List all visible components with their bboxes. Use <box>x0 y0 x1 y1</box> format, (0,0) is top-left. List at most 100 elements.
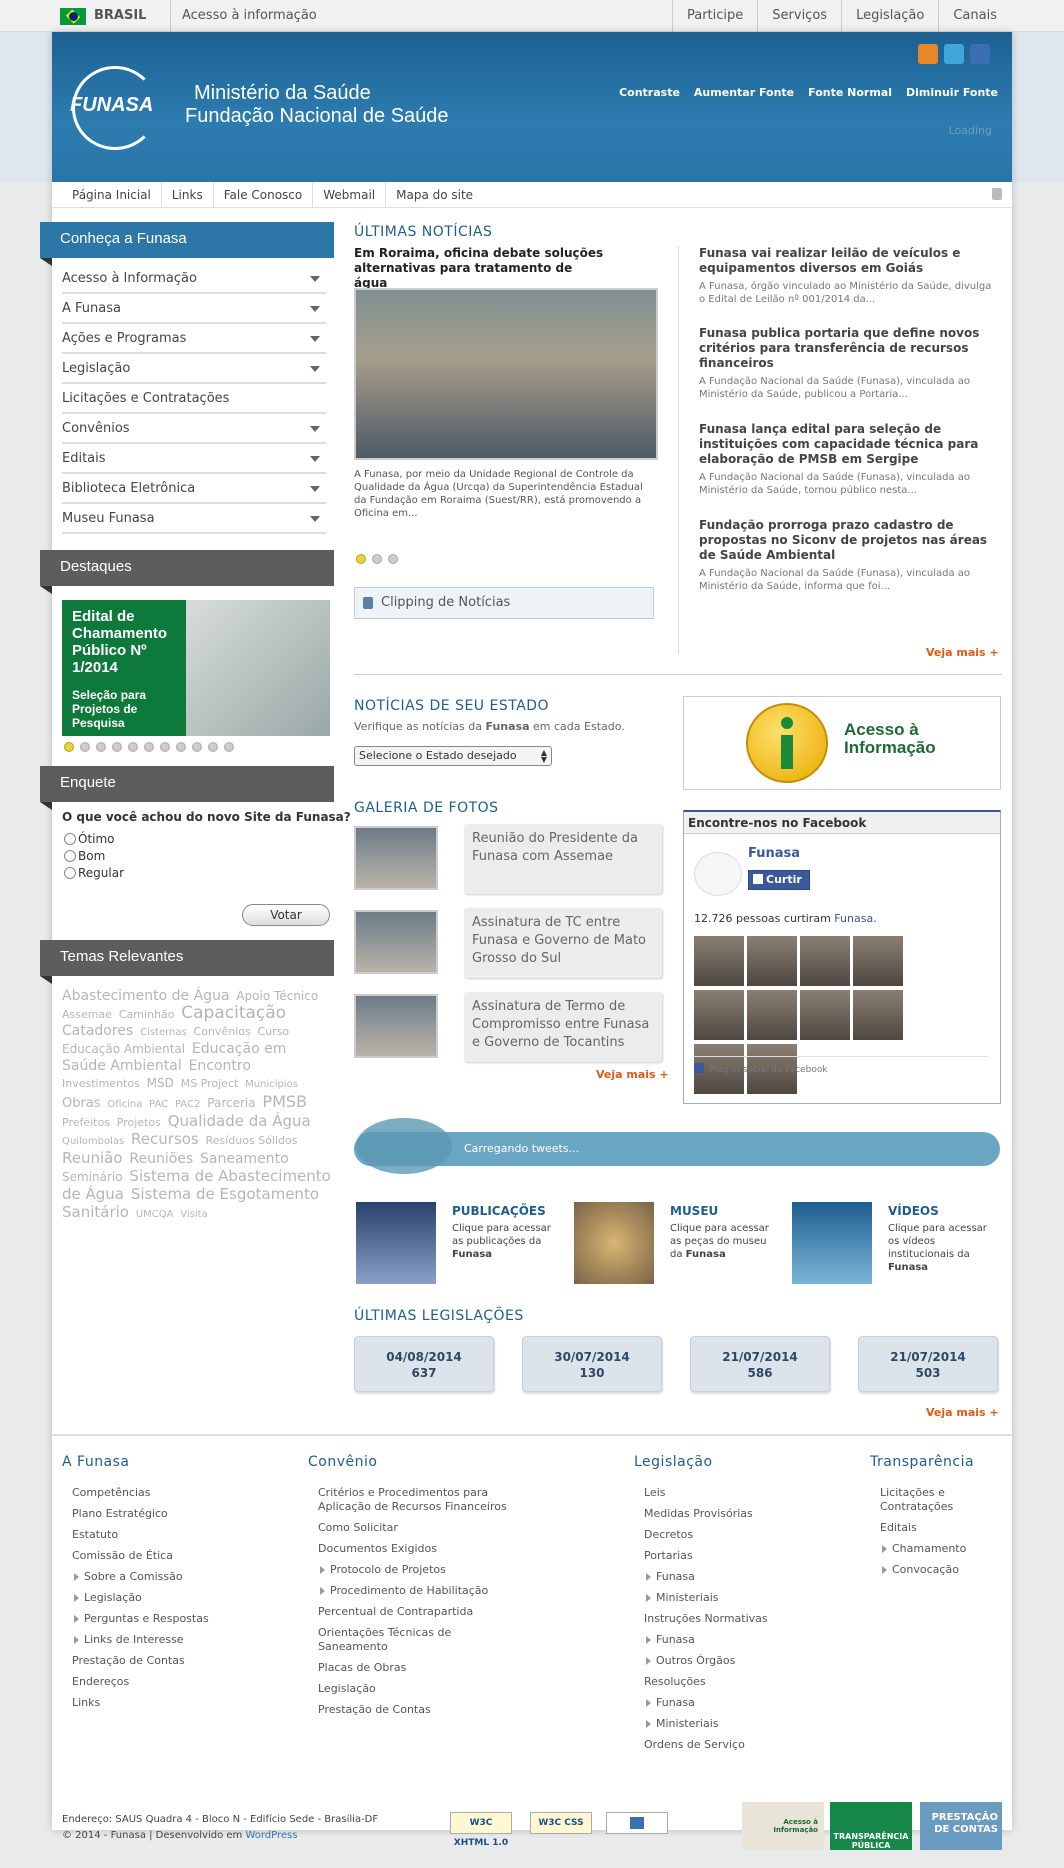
tag-link[interactable]: Prefeitos <box>62 1116 110 1129</box>
footer-link[interactable]: Ministeriais <box>634 1717 794 1731</box>
sidebar-item-funasa[interactable]: A Funasa <box>62 294 326 324</box>
gov-link-canais[interactable]: Canais <box>938 0 1011 32</box>
fb-plugin-text[interactable]: Plug-in social do Facebook <box>709 1065 828 1075</box>
lead-news-photo[interactable] <box>354 288 658 460</box>
nav-webmail[interactable]: Webmail <box>313 182 387 208</box>
avatar[interactable] <box>800 936 850 986</box>
footer-link[interactable]: Funasa <box>634 1570 794 1584</box>
footer-link[interactable]: Plano Estratégico <box>62 1507 292 1521</box>
footer-link[interactable]: Endereços <box>62 1675 292 1689</box>
footer-link[interactable]: Prestação de Contas <box>308 1703 508 1717</box>
tag-link[interactable]: Investimentos <box>62 1077 140 1090</box>
sidebar-item-acesso[interactable]: Acesso à Informação <box>62 264 326 294</box>
footer-link[interactable]: Como Solicitar <box>308 1521 508 1535</box>
footer-link[interactable]: Protocolo de Projetos <box>308 1563 508 1577</box>
destaque-banner[interactable]: Edital de Chamamento Público Nº 1/2014 S… <box>62 600 330 736</box>
fb-count-link[interactable]: Funasa <box>834 912 873 925</box>
legislacao-card[interactable]: 04/08/2014 637 <box>354 1336 494 1392</box>
tag-link[interactable]: PAC <box>149 1099 168 1110</box>
gallery-item[interactable]: Assinatura de Termo de Compromisso entre… <box>354 992 672 1062</box>
nav-sitemap[interactable]: Mapa do site <box>386 182 483 208</box>
gov-link-legislacao[interactable]: Legislação <box>841 0 938 32</box>
tag-link[interactable]: Convênios <box>194 1025 251 1038</box>
slider-dot[interactable] <box>144 742 154 752</box>
avatar[interactable] <box>853 936 903 986</box>
news-item[interactable]: Funasa lança edital para seleção de inst… <box>699 422 995 497</box>
footer-link[interactable]: Percentual de Contrapartida <box>308 1605 508 1619</box>
footer-link[interactable]: Leis <box>634 1486 794 1500</box>
radio-icon[interactable] <box>64 867 76 879</box>
tag-link[interactable]: Catadores <box>62 1023 133 1039</box>
footer-link[interactable]: Procedimento de Habilitação <box>308 1584 508 1598</box>
w3c-css-badge[interactable]: W3C CSS <box>530 1812 592 1834</box>
prestacao-contas-logo[interactable]: PRESTAÇÃO DE CONTAS <box>920 1802 1002 1850</box>
news-item-title[interactable]: Funasa lança edital para seleção de inst… <box>699 422 995 467</box>
tag-link[interactable]: UMCQA <box>136 1209 174 1220</box>
nav-links[interactable]: Links <box>162 182 214 208</box>
tag-link[interactable]: PMSB <box>262 1092 307 1111</box>
sidebar-item-legislacao[interactable]: Legislação <box>62 354 326 384</box>
footer-link[interactable]: Orientações Técnicas de Saneamento <box>308 1626 508 1654</box>
footer-link[interactable]: Resoluções <box>634 1675 794 1689</box>
avatar[interactable] <box>853 990 903 1040</box>
footer-link[interactable]: Legislação <box>62 1591 292 1605</box>
tag-link[interactable]: Qualidade da Água <box>168 1112 311 1130</box>
contrast-button[interactable]: Contraste <box>619 86 680 99</box>
footer-link[interactable]: Medidas Provisórias <box>634 1507 794 1521</box>
tag-link[interactable]: Capacitação <box>181 1003 286 1023</box>
poll-option-otimo[interactable]: Ótimo <box>64 832 115 846</box>
lead-news-title[interactable]: Em Roraima, oficina debate soluções alte… <box>354 246 604 291</box>
slider-dot[interactable] <box>96 742 106 752</box>
fb-like-button[interactable]: Curtir <box>748 870 810 890</box>
slider-dot[interactable] <box>112 742 122 752</box>
feature-title[interactable]: VÍDEOS <box>888 1204 939 1218</box>
gallery-veja-mais-link[interactable]: Veja mais + <box>596 1068 669 1081</box>
footer-link[interactable]: Licitações e Contratações <box>870 1486 1000 1514</box>
footer-link[interactable]: Links de Interesse <box>62 1633 292 1647</box>
footer-link[interactable]: Competências <box>62 1486 292 1500</box>
gallery-caption[interactable]: Reunião do Presidente da Funasa com Asse… <box>464 824 662 894</box>
acesso-informacao-banner[interactable]: Acesso à Informação <box>683 696 1001 790</box>
lock-icon[interactable] <box>992 188 1002 200</box>
gallery-thumb[interactable] <box>354 994 438 1058</box>
wordpress-link[interactable]: WordPress <box>245 1830 297 1841</box>
gallery-thumb[interactable] <box>354 826 438 890</box>
feature-title[interactable]: MUSEU <box>670 1204 718 1218</box>
footer-link[interactable]: Ordens de Serviço <box>634 1738 794 1752</box>
tag-link[interactable]: Saneamento <box>200 1151 289 1167</box>
decrease-font-button[interactable]: Diminuir Fonte <box>906 86 998 99</box>
footer-link[interactable]: Ministeriais <box>634 1591 794 1605</box>
footer-link[interactable]: Prestação de Contas <box>62 1654 292 1668</box>
radio-icon[interactable] <box>64 833 76 845</box>
slider-dot[interactable] <box>388 554 398 564</box>
tag-link[interactable]: MSD <box>147 1076 174 1090</box>
news-item[interactable]: Funasa vai realizar leilão de veículos e… <box>699 246 995 306</box>
w3c-xhtml-badge[interactable]: W3C XHTML 1.0 <box>450 1812 512 1848</box>
gov-link-participe[interactable]: Participe <box>671 0 757 32</box>
gallery-item[interactable]: Assinatura de TC entre Funasa e Governo … <box>354 908 672 978</box>
footer-link[interactable]: Documentos Exigidos <box>308 1542 508 1556</box>
slider-dot[interactable] <box>160 742 170 752</box>
footer-link[interactable]: Comissão de Ética <box>62 1549 292 1563</box>
tag-link[interactable]: Reunião <box>62 1149 123 1167</box>
twitter-icon[interactable] <box>944 44 964 64</box>
legislacao-card[interactable]: 30/07/2014 130 <box>522 1336 662 1392</box>
gov-acesso-link[interactable]: Acesso à informação <box>182 8 317 23</box>
footer-link[interactable]: Chamamento <box>870 1542 1000 1556</box>
tag-link[interactable]: Caminhão <box>119 1008 175 1021</box>
gov-brasil-link[interactable]: BRASIL <box>94 8 146 23</box>
sidebar-item-biblioteca[interactable]: Biblioteca Eletrônica <box>62 474 326 504</box>
footer-link[interactable]: Perguntas e Respostas <box>62 1612 292 1626</box>
slider-dot[interactable] <box>176 742 186 752</box>
transparencia-logo[interactable]: TRANSPARÊNCIA PÚBLICA <box>830 1802 912 1850</box>
accessibility-badge-icon[interactable] <box>606 1812 668 1834</box>
tag-link[interactable]: Educação Ambiental <box>62 1042 185 1056</box>
tag-link[interactable]: Assemae <box>62 1008 112 1021</box>
gallery-caption[interactable]: Assinatura de Termo de Compromisso entre… <box>464 992 662 1062</box>
museu-image[interactable] <box>574 1202 654 1284</box>
tag-link[interactable]: Encontro <box>189 1058 251 1074</box>
tag-link[interactable]: PAC2 <box>175 1099 200 1110</box>
radio-icon[interactable] <box>64 850 76 862</box>
footer-link[interactable]: Critérios e Procedimentos para Aplicação… <box>308 1486 508 1514</box>
tag-link[interactable]: Quilombolas <box>62 1136 124 1147</box>
